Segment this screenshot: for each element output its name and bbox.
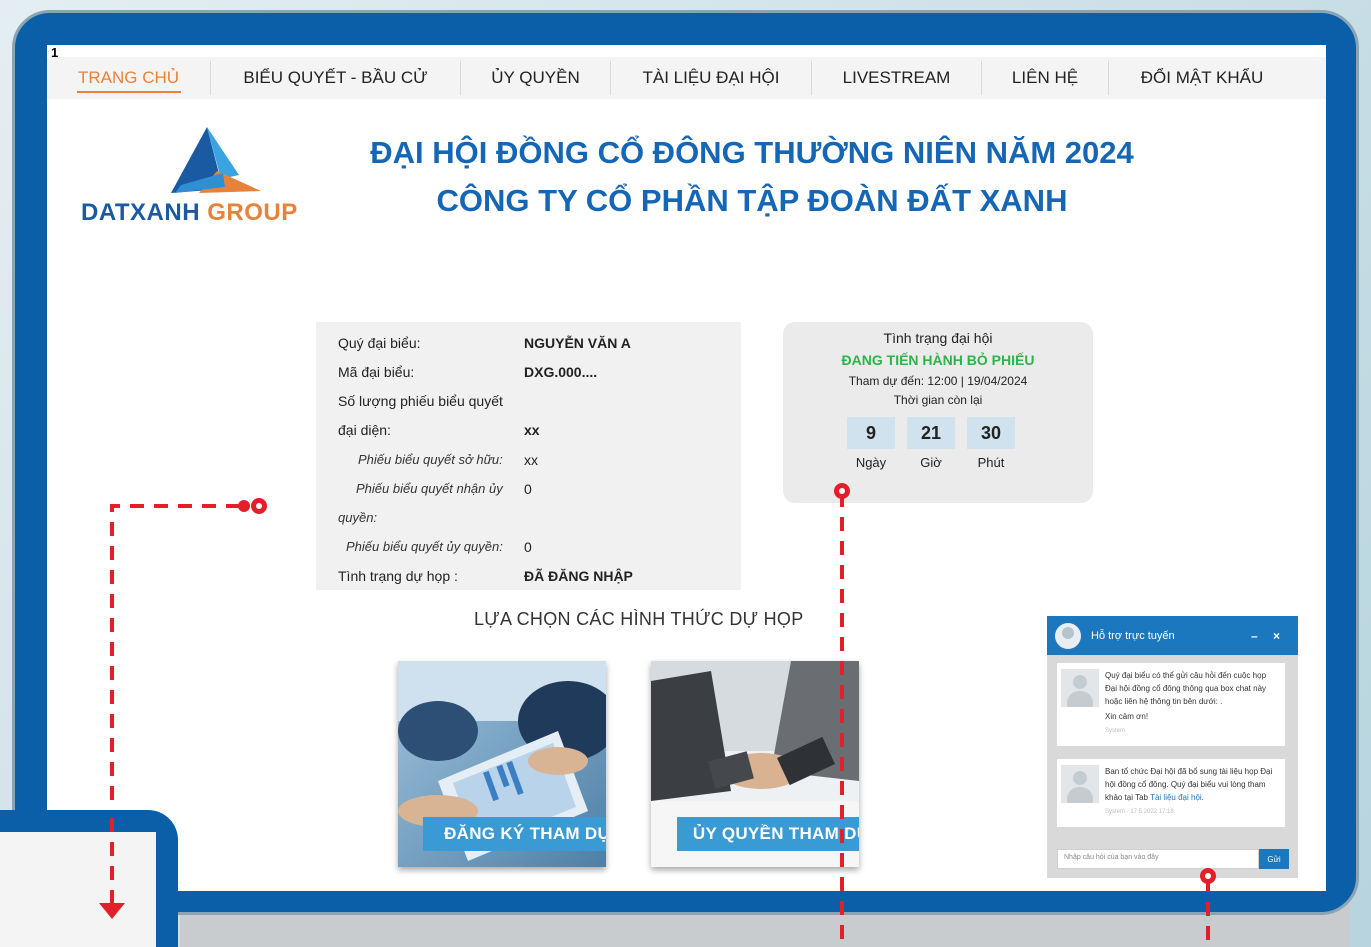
annotation-arrow-overlay bbox=[99, 818, 125, 919]
arrow-down-icon bbox=[99, 903, 125, 919]
